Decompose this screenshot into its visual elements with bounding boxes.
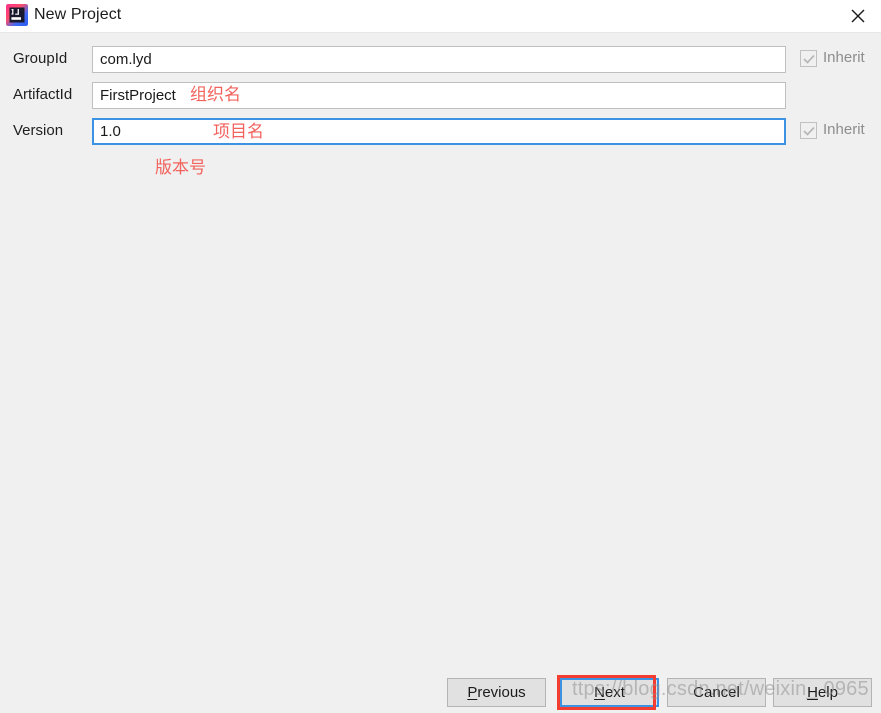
help-button-label: elp: [818, 684, 838, 701]
groupid-value: com.lyd: [100, 51, 152, 68]
version-value: 1.0: [100, 123, 121, 140]
form-row-groupid: GroupId com.lyd Inherit: [0, 46, 881, 74]
form-row-artifactid: ArtifactId FirstProject: [0, 82, 881, 110]
groupid-inherit-label: Inherit: [823, 49, 865, 66]
cancel-button[interactable]: Cancel: [667, 678, 766, 707]
version-input[interactable]: 1.0: [92, 118, 786, 145]
form-row-version: Version 1.0 Inherit: [0, 118, 881, 146]
title-bar: New Project: [0, 0, 881, 32]
cancel-button-label: Cancel: [693, 684, 740, 701]
groupid-input[interactable]: com.lyd: [92, 46, 786, 73]
next-button[interactable]: Next: [560, 678, 659, 707]
help-button[interactable]: Help: [773, 678, 872, 707]
groupid-inherit-checkbox[interactable]: [800, 50, 817, 67]
new-project-dialog: New Project GroupId com.lyd Inherit: [0, 0, 881, 713]
help-button-mnemonic: H: [807, 684, 818, 701]
window-title: New Project: [34, 6, 121, 24]
annotation-artifactid: 项目名: [213, 117, 264, 142]
intellij-idea-icon: [6, 4, 28, 26]
maven-coordinates-form: GroupId com.lyd Inherit ArtifactId First…: [0, 33, 881, 665]
close-icon[interactable]: [835, 0, 881, 32]
groupid-label: GroupId: [13, 50, 67, 67]
next-button-label: ext: [605, 684, 625, 701]
annotation-version: 版本号: [155, 153, 206, 178]
artifactid-value: FirstProject: [100, 87, 176, 104]
previous-button[interactable]: Previous: [447, 678, 546, 707]
next-button-mnemonic: N: [594, 684, 605, 701]
previous-button-label: revious: [477, 684, 525, 701]
dialog-button-bar: Previous Next Cancel Help: [0, 665, 881, 713]
version-inherit-checkbox[interactable]: [800, 122, 817, 139]
version-inherit-label: Inherit: [823, 121, 865, 138]
previous-button-mnemonic: P: [467, 684, 477, 701]
version-label: Version: [13, 122, 63, 139]
annotation-groupid: 组织名: [190, 80, 241, 105]
artifactid-label: ArtifactId: [13, 86, 72, 103]
